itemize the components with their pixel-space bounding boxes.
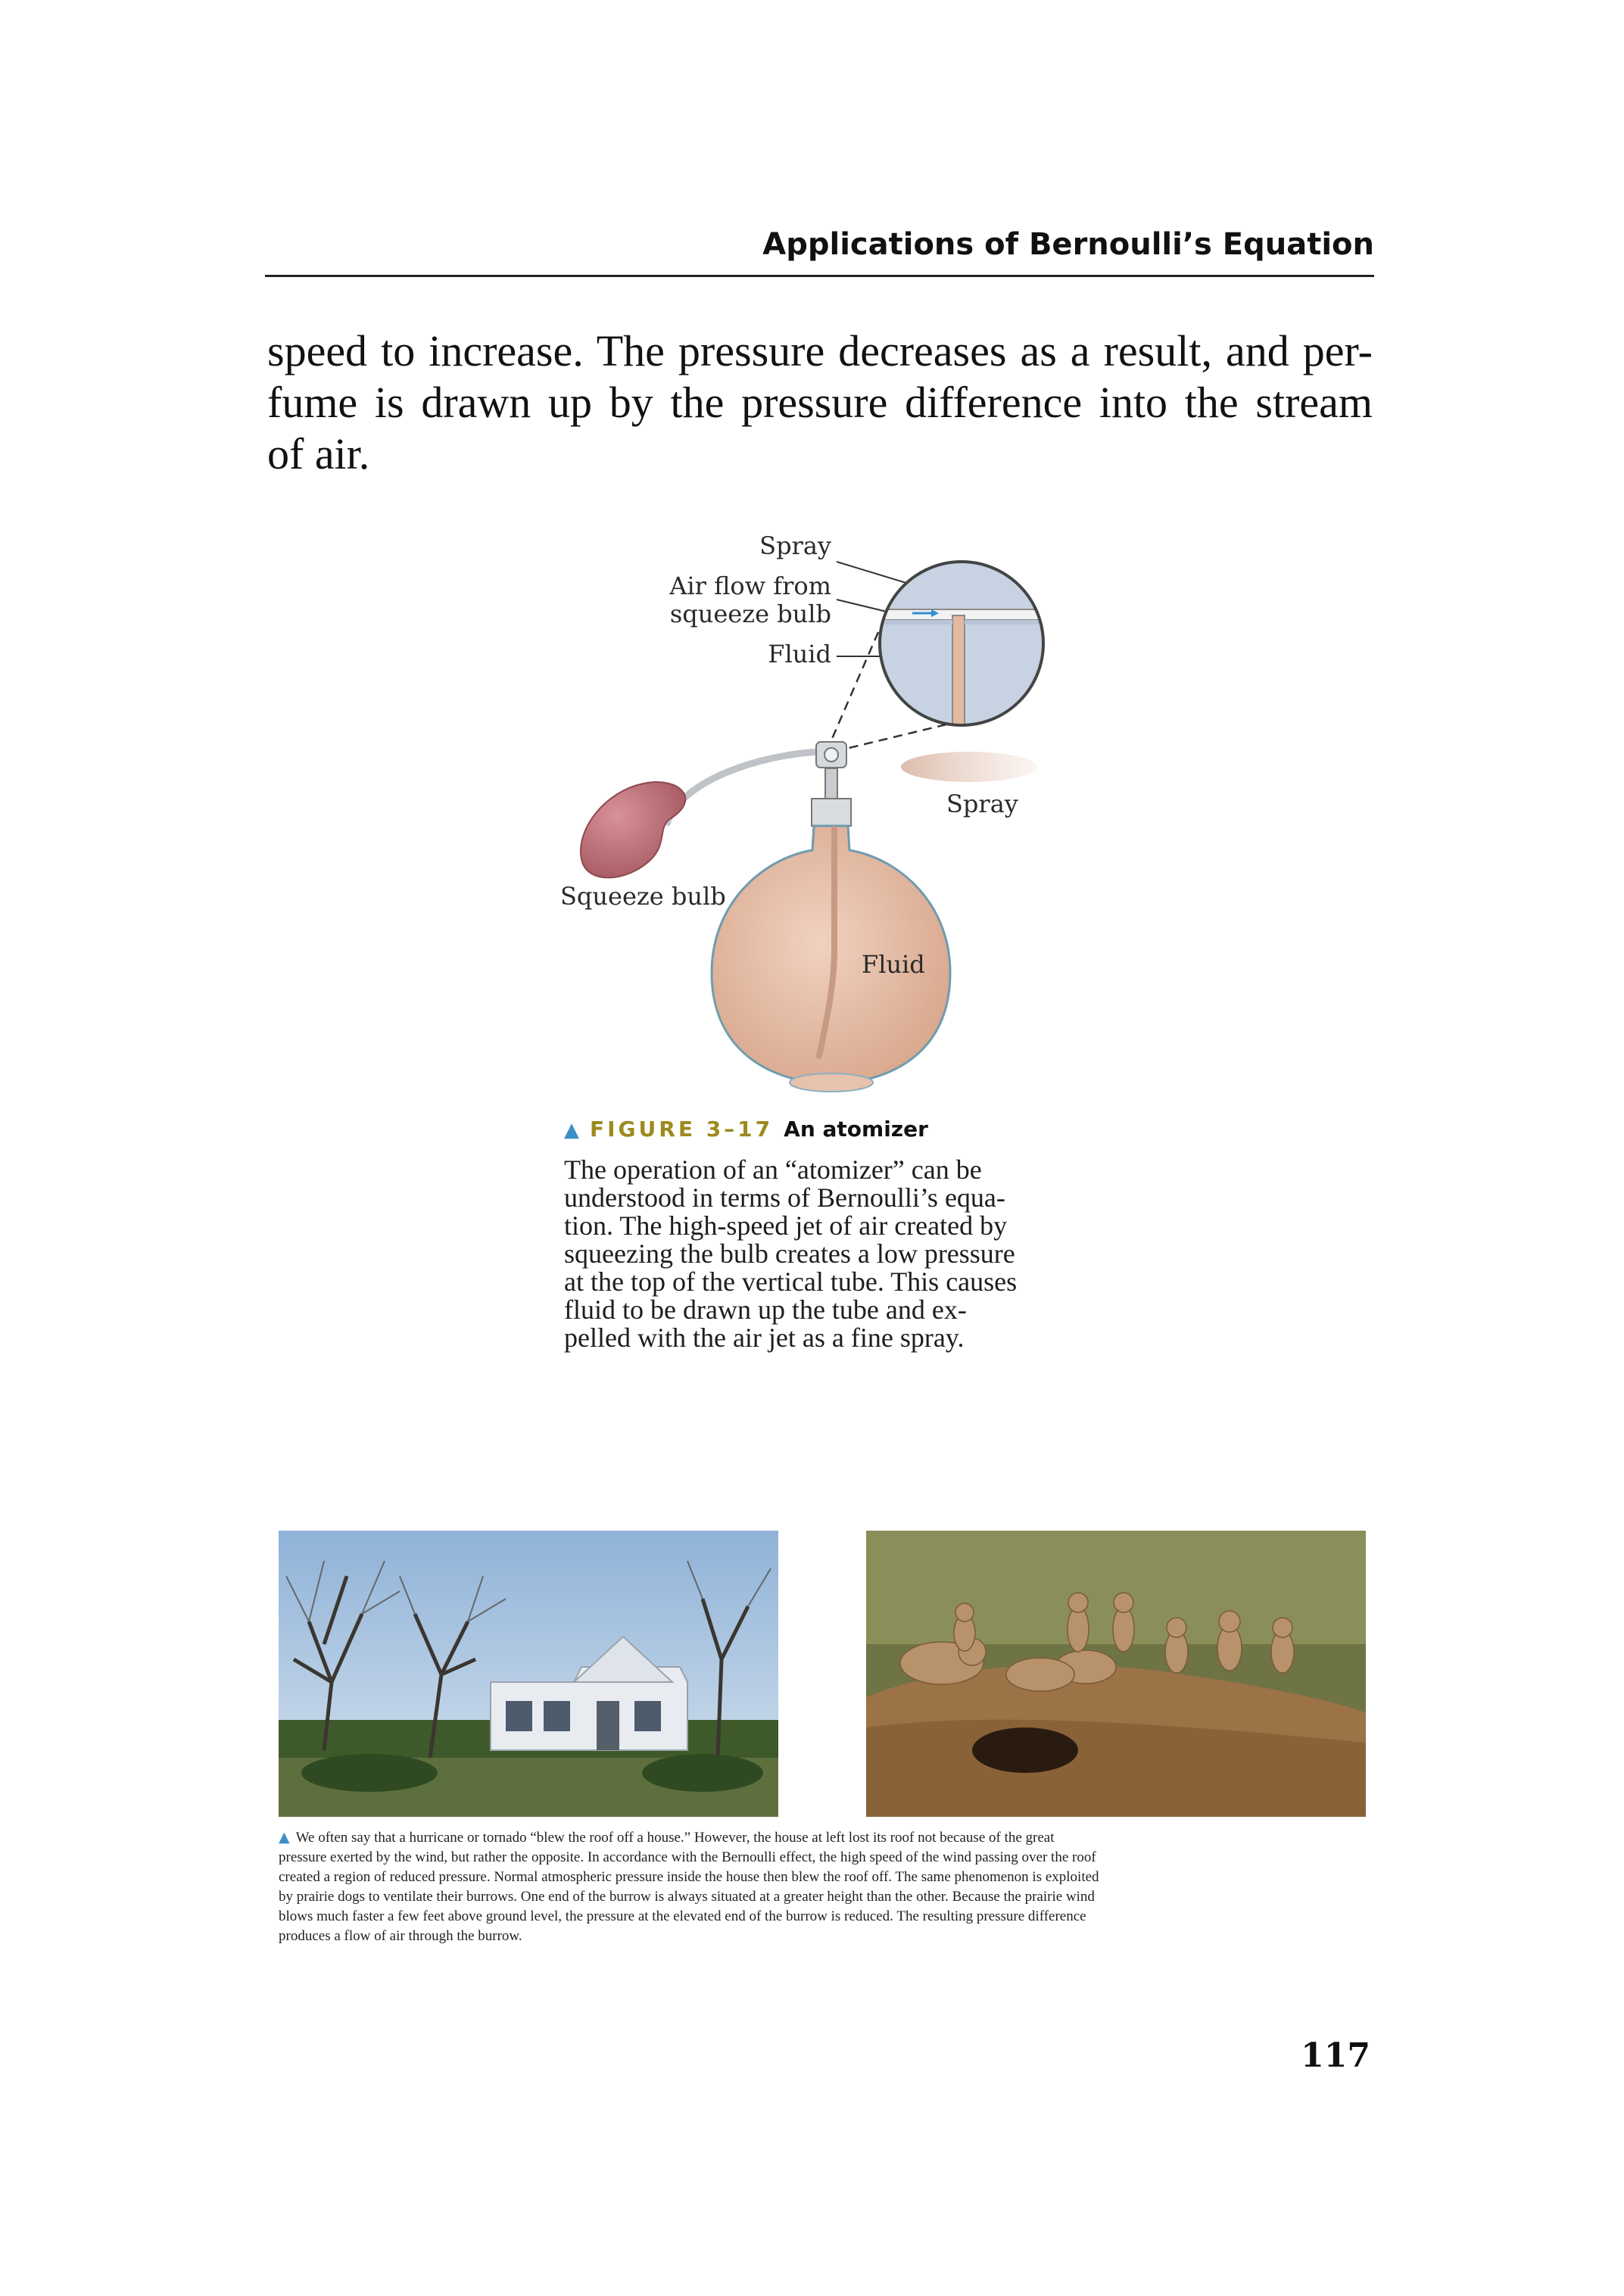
figure-caption-body: The operation of an “atomizer” can be un… [564,1156,1109,1352]
caption-triangle-icon: ▲ [564,1119,579,1142]
body-line: speed to increase. The pressure decrease… [267,326,1373,375]
body-line: fume is drawn up by the pressure differe… [267,378,1373,427]
label-air-flow-2: squeeze bulb [670,600,831,628]
label-fluid-top: Fluid [768,640,831,668]
label-air-flow-1: Air flow from [669,572,831,600]
dashed-line [842,723,947,751]
caption-line: at the top of the vertical tube. This ca… [564,1266,1018,1297]
photo-caption-line: by prairie dogs to ventilate their burro… [279,1889,1095,1905]
caption-triangle-icon: ▲ [279,1829,290,1846]
caption-line: pelled with the air jet as a fine spray. [564,1322,965,1353]
body-line: of air. [267,429,370,478]
spray-plume [901,752,1037,782]
prairie-dogs-photo [866,1531,1366,1817]
header-rule [265,275,1374,277]
photo-caption-line: created a region of reduced pressure. No… [279,1869,1099,1885]
photo-caption-line: ▲ We often say that a hurricane or tornad… [279,1827,1369,1848]
caption-line: tion. The high-speed jet of air created … [564,1210,1008,1241]
caption-line: understood in terms of Bernoulli’s equa- [564,1182,1005,1213]
photo-caption: ▲ We often say that a hurricane or tornad… [279,1827,1369,1946]
label-fluid-bottle: Fluid [862,950,925,979]
label-spray-top: Spray [759,531,831,560]
air-tube [662,748,822,827]
caption-line: squeezing the bulb creates a low pressur… [564,1238,1015,1269]
caption-line: The operation of an “atomizer” can be [564,1154,982,1185]
photo-caption-text: We often say that a hurricane or tornado… [295,1830,1055,1846]
photo-caption-line: produces a flow of air through the burro… [279,1928,522,1944]
body-paragraph: speed to increase. The pressure decrease… [267,326,1373,480]
photo-caption-line: pressure exerted by the wind, but rather… [279,1849,1096,1865]
figure-number: FIGURE 3–17 [590,1117,774,1142]
running-head: Applications of Bernoulli’s Equation [762,227,1374,262]
photo-caption-line: blows much faster a few feet above groun… [279,1908,1086,1924]
atomizer-illustration: Spray Air flow from squeeze bulb Fluid S… [560,531,1045,1092]
caption-line: fluid to be drawn up the tube and ex- [564,1294,967,1325]
page-number: 117 [1301,2036,1370,2075]
atomizer-nozzle [811,741,852,827]
figure-caption-title: ▲ FIGURE 3–17 An atomizer [564,1117,1170,1151]
book-page: Applications of Bernoulli’s Equation spe… [0,0,1624,2296]
magnified-inset [878,560,1045,727]
dashed-line [828,631,880,746]
figure-title: An atomizer [784,1117,928,1142]
label-squeeze-bulb: Squeeze bulb [560,882,726,911]
squeeze-bulb [579,781,687,879]
house-photo [279,1531,778,1817]
label-spray-right: Spray [946,790,1018,818]
